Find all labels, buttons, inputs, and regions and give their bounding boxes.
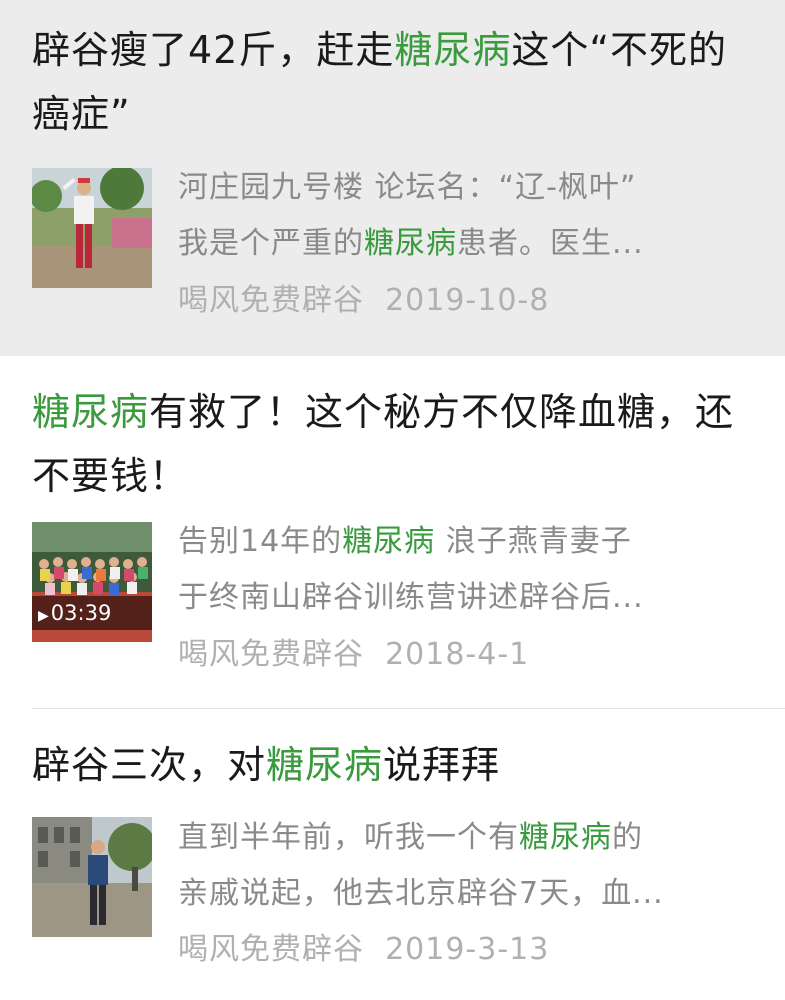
keyword-highlight: 糖尿病 bbox=[364, 226, 457, 261]
result-date: 2018-4-1 bbox=[385, 637, 530, 672]
result-source: 喝风免费辟谷 bbox=[178, 283, 364, 318]
keyword-highlight: 糖尿病 bbox=[266, 743, 384, 787]
result-title[interactable]: 辟谷瘦了42斤，赶走糖尿病这个“不死的癌症” bbox=[32, 18, 762, 146]
keyword-highlight: 糖尿病 bbox=[32, 390, 150, 434]
result-snippet-line2: 于终南山辟谷训练营讲述辟谷后... bbox=[178, 580, 644, 615]
result-snippet-line2: 我是个严重的糖尿病患者。医生... bbox=[178, 226, 644, 261]
result-snippet-line1: 河庄园九号楼 论坛名：“辽-枫叶” bbox=[178, 170, 637, 205]
result-title[interactable]: 辟谷三次，对糖尿病说拜拜 bbox=[32, 733, 762, 797]
search-result-1[interactable]: 辟谷瘦了42斤，赶走糖尿病这个“不死的癌症” 河庄园九号楼 论坛名：“辽-枫叶”… bbox=[0, 0, 785, 356]
result-thumbnail bbox=[32, 168, 152, 288]
result-date: 2019-3-13 bbox=[385, 932, 550, 967]
search-result-2[interactable]: 糖尿病有救了！这个秘方不仅降血糖，还不要钱！ ▶03:39 告别14年的糖尿病 … bbox=[0, 356, 785, 708]
search-result-3[interactable]: 辟谷三次，对糖尿病说拜拜 直到半年前，听我一个有糖尿病的 亲戚说起，他去北京辟谷… bbox=[0, 709, 785, 1000]
result-snippet-line1: 直到半年前，听我一个有糖尿病的 bbox=[178, 820, 643, 855]
result-meta: 喝风免费辟谷 2019-3-13 bbox=[178, 930, 549, 970]
result-thumbnail bbox=[32, 817, 152, 937]
keyword-highlight: 糖尿病 bbox=[342, 524, 436, 559]
result-source: 喝风免费辟谷 bbox=[178, 637, 364, 672]
video-duration-badge: ▶03:39 bbox=[32, 596, 152, 630]
result-source: 喝风免费辟谷 bbox=[178, 932, 364, 967]
result-snippet-line2: 亲戚说起，他去北京辟谷7天，血... bbox=[178, 876, 664, 911]
result-snippet-line1: 告别14年的糖尿病 浪子燕青妻子 bbox=[178, 524, 632, 559]
result-thumbnail: ▶03:39 bbox=[32, 522, 152, 642]
result-meta: 喝风免费辟谷 2019-10-8 bbox=[178, 281, 549, 321]
keyword-highlight: 糖尿病 bbox=[519, 820, 612, 855]
result-meta: 喝风免费辟谷 2018-4-1 bbox=[178, 635, 529, 675]
keyword-highlight: 糖尿病 bbox=[394, 28, 512, 72]
result-title[interactable]: 糖尿病有救了！这个秘方不仅降血糖，还不要钱！ bbox=[32, 380, 762, 508]
play-triangle-icon: ▶ bbox=[38, 608, 49, 624]
result-date: 2019-10-8 bbox=[385, 283, 550, 318]
